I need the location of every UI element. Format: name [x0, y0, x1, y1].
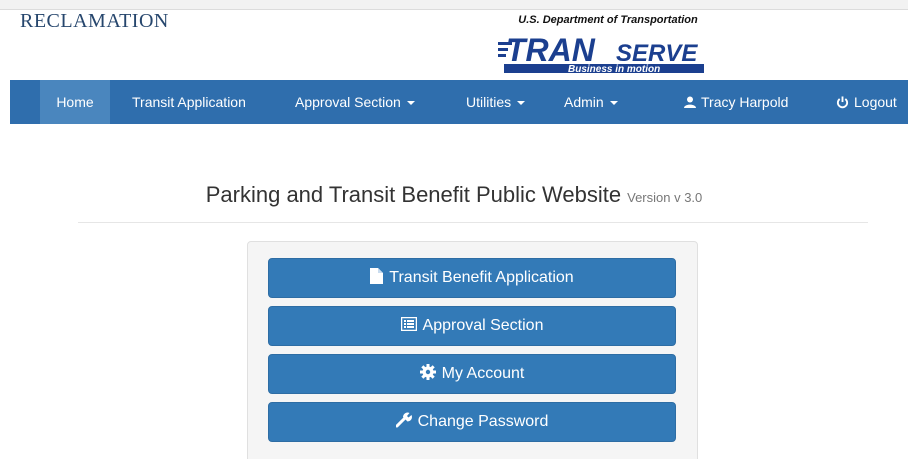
wrench-icon [395, 412, 412, 428]
approval-section-label: Approval Section [422, 317, 544, 334]
transit-benefit-application-button[interactable]: Transit Benefit Application [268, 258, 676, 298]
nav-approval-section[interactable]: Approval Section [295, 80, 415, 124]
nav-home-label: Home [56, 94, 94, 110]
approval-section-button[interactable]: Approval Section [268, 306, 676, 346]
nav-utilities[interactable]: Utilities [466, 80, 526, 124]
logo-title-tran: TRAN [506, 32, 596, 68]
nav-admin-label: Admin [564, 94, 604, 110]
transerve-logo-graphic: TRAN SERVE Business in motion [498, 32, 704, 75]
transit-benefit-application-label: Transit Benefit Application [389, 269, 574, 286]
power-icon [836, 96, 849, 108]
transerve-logo: U.S. Department of Transportation TRAN S… [478, 14, 738, 76]
main-navbar: Home Transit Application Approval Sectio… [10, 80, 908, 124]
chevron-down-icon [406, 101, 415, 106]
cog-icon [419, 363, 436, 380]
chevron-down-icon [517, 101, 526, 106]
list-alt-icon [400, 316, 417, 331]
agency-name: RECLAMATION [20, 10, 169, 32]
logo-subtitle: U.S. Department of Transportation [518, 14, 698, 26]
browser-top-strip [0, 0, 908, 10]
version-label: Version v 3.0 [627, 190, 703, 205]
chevron-down-icon [609, 101, 618, 106]
nav-transit-application[interactable]: Transit Application [132, 80, 246, 124]
header-divider [78, 222, 868, 223]
nav-logout-label: Logout [854, 94, 897, 110]
nav-utilities-label: Utilities [466, 94, 512, 110]
page-title: Parking and Transit Benefit Public Websi… [205, 182, 622, 207]
nav-user-label: Tracy Harpold [701, 94, 789, 110]
nav-approval-section-label: Approval Section [295, 94, 401, 110]
my-account-button[interactable]: My Account [268, 354, 676, 394]
user-icon [684, 96, 696, 109]
nav-logout[interactable]: Logout [836, 80, 897, 124]
nav-transit-application-label: Transit Application [132, 94, 246, 110]
nav-user-profile[interactable]: Tracy Harpold [684, 80, 788, 124]
nav-home[interactable]: Home [40, 80, 110, 124]
nav-admin[interactable]: Admin [564, 80, 618, 124]
logo-title-serve: SERVE [616, 40, 698, 67]
file-icon [370, 267, 384, 284]
page-header: Parking and Transit Benefit Public Websi… [0, 182, 908, 208]
change-password-button[interactable]: Change Password [268, 402, 676, 442]
logo-tagline: Business in motion [568, 64, 660, 75]
my-account-label: My Account [441, 365, 525, 382]
change-password-label: Change Password [417, 413, 549, 430]
